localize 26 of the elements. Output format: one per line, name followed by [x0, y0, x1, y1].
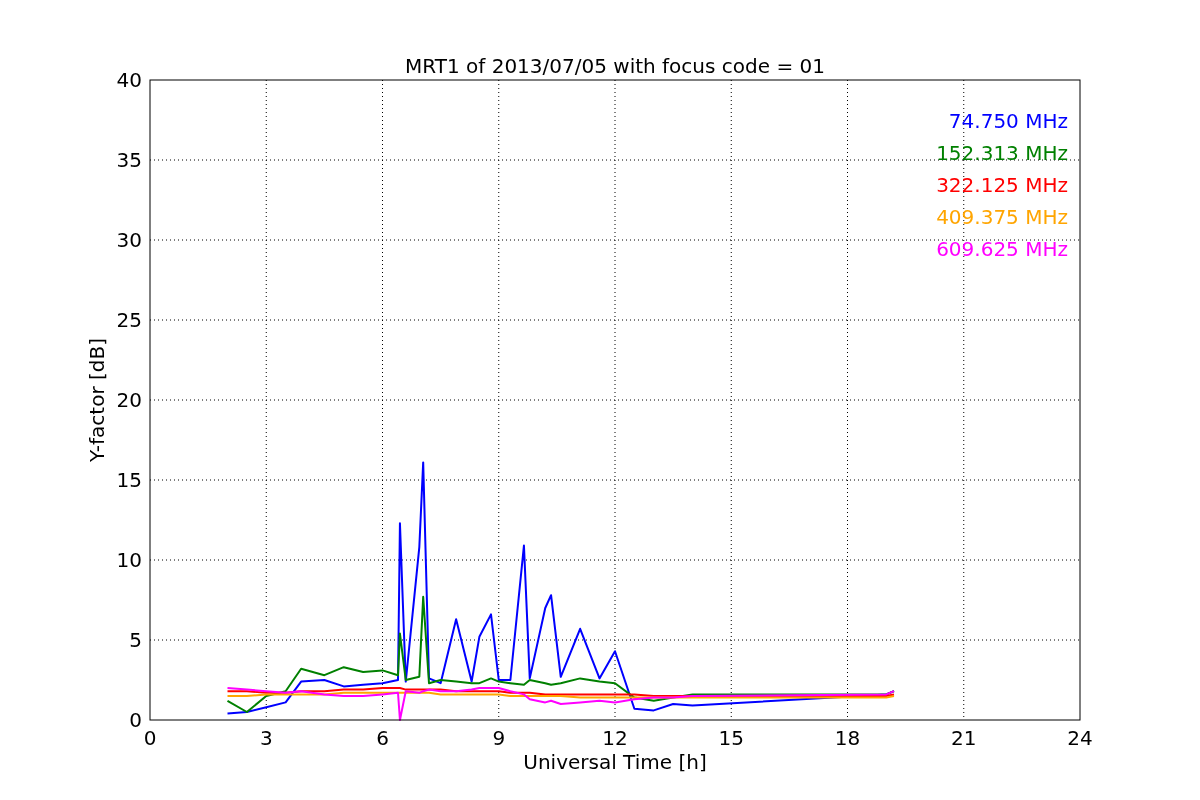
tick-label: 15: [116, 468, 142, 492]
tick-label: 35: [116, 148, 142, 172]
tick-label: 15: [718, 726, 744, 750]
axis-label: Universal Time [h]: [523, 750, 707, 774]
tick-label: 12: [602, 726, 628, 750]
legend-label: 322.125 MHz: [936, 173, 1068, 197]
tick-label: 20: [116, 388, 142, 412]
tick-label: 40: [116, 68, 142, 92]
tick-label: 6: [376, 726, 389, 750]
tick-label: 0: [143, 726, 157, 750]
chart-title: MRT1 of 2013/07/05 with focus code = 01: [405, 54, 825, 78]
tick-label: 18: [834, 726, 861, 750]
tick-label: 21: [951, 726, 977, 750]
legend-label: 74.750 MHz: [948, 109, 1068, 133]
axis-label: Y-factor [dB]: [85, 338, 109, 462]
tick-label: 5: [129, 628, 142, 652]
tick-label: 9: [492, 726, 506, 750]
tick-label: 25: [116, 308, 142, 332]
tick-label: 3: [259, 726, 273, 750]
tick-label: 0: [129, 708, 142, 732]
legend-label: 609.625 MHz: [936, 237, 1068, 261]
tick-label: 24: [1067, 726, 1093, 750]
tick-label: 30: [116, 228, 142, 252]
tick-label: 10: [116, 548, 142, 572]
legend-label: 409.375 MHz: [936, 205, 1068, 229]
legend-label: 152.313 MHz: [936, 141, 1068, 165]
